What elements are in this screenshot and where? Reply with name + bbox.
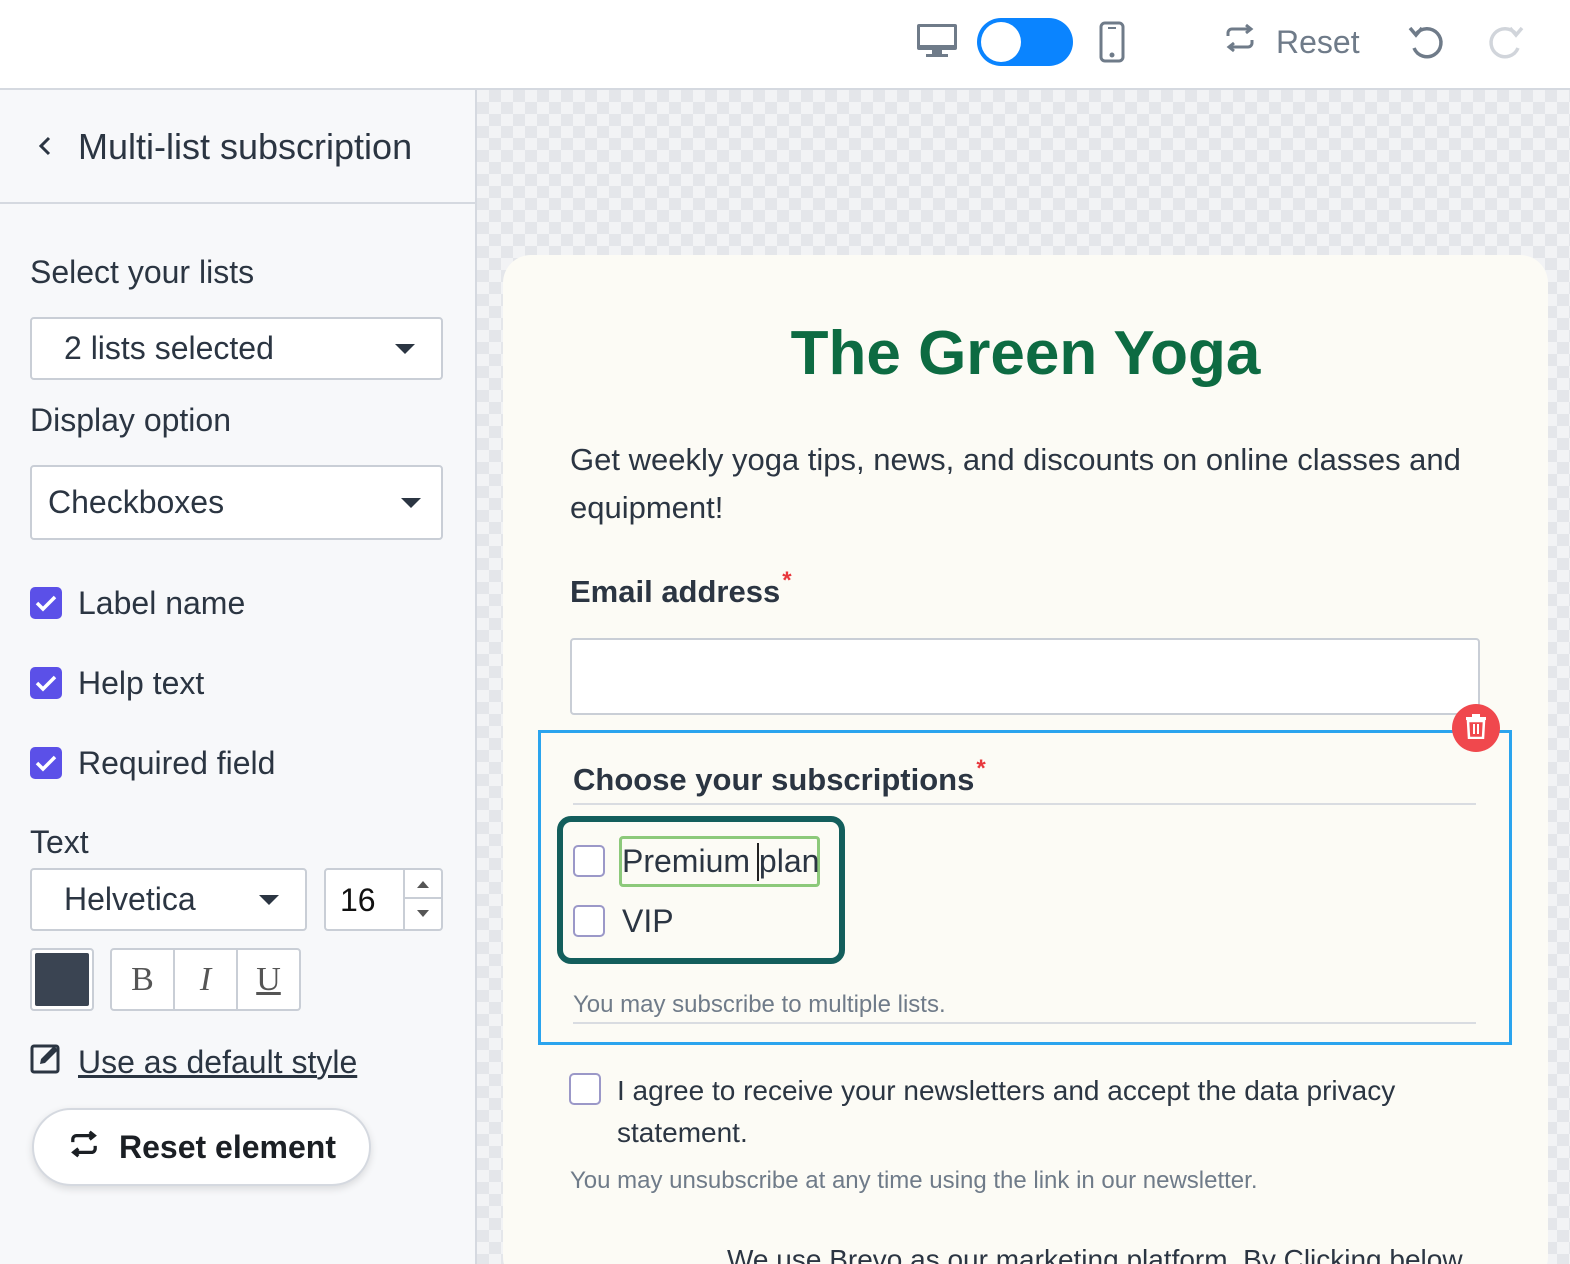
use-default-style-link[interactable]: Use as default style	[30, 1042, 357, 1082]
agree-text[interactable]: I agree to receive your newsletters and …	[617, 1070, 1437, 1154]
top-toolbar: Reset	[0, 0, 1570, 90]
email-input[interactable]	[570, 638, 1480, 715]
email-label[interactable]: Email address*	[570, 567, 792, 610]
sidebar-title: Multi-list subscription	[78, 126, 413, 167]
font-select-value: Helvetica	[64, 881, 196, 917]
required-field-checkbox[interactable]: Required field	[30, 744, 276, 781]
trash-icon	[1465, 713, 1487, 744]
email-label-text: Email address	[570, 574, 781, 609]
premium-plan-checkbox[interactable]	[573, 845, 605, 877]
font-select[interactable]: Helvetica	[30, 868, 307, 931]
default-style-label: Use as default style	[78, 1043, 358, 1080]
checkbox-checked-icon	[30, 747, 62, 779]
display-option-label: Display option	[30, 402, 231, 438]
settings-sidebar: Multi-list subscription Select your list…	[0, 90, 477, 1264]
display-option-value: Checkboxes	[48, 484, 225, 520]
divider	[573, 1022, 1476, 1024]
display-option-select[interactable]: Checkboxes	[30, 465, 443, 540]
divider	[573, 803, 1476, 805]
font-size-value: 16	[340, 882, 376, 918]
footer-partial-text: We use Brevo as our marketing platform. …	[727, 1244, 1463, 1264]
text-color-swatch[interactable]	[30, 948, 94, 1011]
back-chevron-icon[interactable]	[34, 134, 58, 158]
chevron-down-icon	[395, 344, 415, 354]
text-format-group: B I U	[110, 948, 301, 1011]
help-text-text: Help text	[78, 664, 205, 701]
subscriptions-label-text: Choose your subscriptions	[573, 762, 975, 797]
subscriptions-help-text[interactable]: You may subscribe to multiple lists.	[573, 991, 946, 1019]
toggle-knob	[981, 22, 1021, 62]
stepper-buttons	[403, 870, 441, 929]
redo-icon[interactable]	[1484, 20, 1528, 64]
reset-element-label: Reset element	[119, 1128, 336, 1165]
reset-button[interactable]: Reset	[1222, 20, 1360, 64]
device-toggle[interactable]	[977, 18, 1073, 66]
underline-button[interactable]: U	[238, 950, 299, 1009]
checkbox-checked-icon	[30, 587, 62, 619]
subscriptions-label[interactable]: Choose your subscriptions*	[573, 755, 986, 798]
required-field-text: Required field	[78, 744, 276, 781]
label-name-checkbox[interactable]: Label name	[30, 584, 246, 621]
repeat-icon	[67, 1129, 101, 1166]
edit-icon	[30, 1042, 62, 1082]
required-asterisk: *	[976, 755, 986, 782]
form-title[interactable]: The Green Yoga	[503, 318, 1548, 389]
required-asterisk: *	[782, 567, 792, 594]
text-cursor	[757, 843, 759, 881]
unsubscribe-help-text[interactable]: You may unsubscribe at any time using th…	[570, 1167, 1258, 1195]
chevron-down-icon	[401, 498, 421, 508]
chevron-down-icon	[259, 895, 279, 905]
reset-label: Reset	[1276, 23, 1360, 60]
sidebar-header: Multi-list subscription	[0, 90, 475, 204]
bold-button[interactable]: B	[112, 950, 175, 1009]
lists-select-value: 2 lists selected	[64, 330, 274, 366]
stepper-down-icon[interactable]	[405, 900, 441, 929]
lists-select[interactable]: 2 lists selected	[30, 317, 443, 380]
vip-checkbox[interactable]	[573, 905, 605, 937]
mobile-icon[interactable]	[1098, 20, 1126, 64]
premium-plan-label[interactable]: Premium plan	[622, 843, 819, 880]
italic-button[interactable]: I	[175, 950, 238, 1009]
checkbox-checked-icon	[30, 667, 62, 699]
form-description[interactable]: Get weekly yoga tips, news, and discount…	[570, 436, 1470, 532]
help-text-checkbox[interactable]: Help text	[30, 664, 205, 701]
font-size-stepper[interactable]: 16	[324, 868, 443, 931]
reset-element-button[interactable]: Reset element	[32, 1108, 371, 1186]
agree-checkbox[interactable]	[569, 1073, 601, 1105]
desktop-icon[interactable]	[914, 20, 960, 60]
color-fill	[35, 953, 89, 1006]
repeat-icon	[1222, 23, 1258, 61]
vip-label[interactable]: VIP	[622, 903, 674, 940]
delete-block-button[interactable]	[1452, 704, 1500, 752]
stepper-up-icon[interactable]	[405, 870, 441, 899]
text-label: Text	[30, 824, 89, 860]
undo-icon[interactable]	[1404, 20, 1448, 64]
select-lists-label: Select your lists	[30, 254, 255, 290]
label-name-text: Label name	[78, 584, 246, 621]
